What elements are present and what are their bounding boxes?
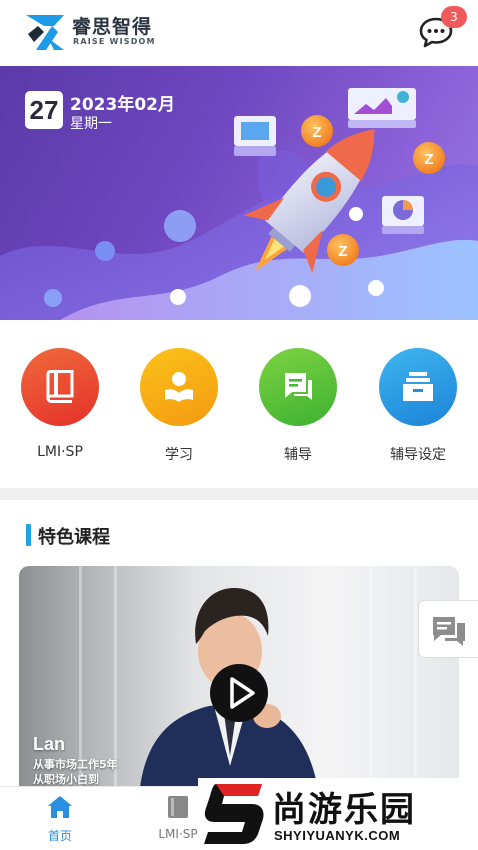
menu-item-study[interactable]: 学习: [129, 348, 229, 464]
menu-item-lmi-sp[interactable]: LMI·SP: [10, 348, 110, 460]
watermark-text: 尚游乐园: [272, 790, 416, 830]
app-screen: 睿思智得 RAISE WISDOM 3 Z Z Z 27 2023年02月 星期…: [0, 0, 478, 850]
play-icon: [230, 677, 255, 709]
chat-document-icon: [285, 373, 312, 400]
logo-text: 睿思智得: [72, 16, 153, 38]
course-description-line: 从职场小白到: [33, 773, 99, 786]
home-icon: [48, 796, 72, 818]
nav-label: 首页: [47, 829, 72, 843]
svg-text:Z: Z: [338, 243, 347, 260]
section-divider: [0, 488, 478, 500]
date-day: 27: [25, 91, 63, 129]
menu-label: 学习: [165, 447, 193, 463]
svg-text:Z: Z: [424, 151, 433, 168]
book-icon: [46, 370, 74, 403]
featured-course-card[interactable]: Lan 从事市场工作5年 从职场小白到: [19, 566, 459, 796]
menu-label: 辅导设定: [390, 447, 446, 463]
section-accent-bar: [26, 524, 31, 546]
watermark-logo: 尚游乐园 SHYIYUANYK.COM: [198, 778, 478, 850]
section-title: 特色课程: [38, 527, 110, 548]
chat-bubbles-icon: [433, 617, 465, 646]
feature-menu: LMI·SP 学习 辅导 辅导设定: [0, 320, 478, 488]
menu-item-coaching[interactable]: 辅导: [248, 348, 348, 464]
logo-subtext: RAISE WISDOM: [73, 37, 156, 46]
logo-icon: [26, 15, 64, 50]
app-header: 睿思智得 RAISE WISDOM 3: [0, 0, 478, 66]
course-instructor-name: Lan: [33, 734, 66, 754]
hero-banner[interactable]: Z Z Z 27 2023年02月 星期一: [0, 66, 478, 320]
book-icon: [168, 796, 188, 818]
watermark-s-icon: [204, 784, 264, 844]
date-weekday: 星期一: [70, 116, 112, 132]
floating-chat-button[interactable]: [418, 600, 478, 658]
inbox-tray-icon: [403, 372, 433, 401]
date-year-month: 2023年02月: [70, 95, 175, 115]
menu-item-coaching-settings[interactable]: 辅导设定: [368, 348, 468, 464]
menu-label: 辅导: [284, 447, 312, 463]
nav-tab-home[interactable]: 首页: [20, 795, 100, 844]
course-description-line: 从事市场工作5年: [33, 758, 118, 771]
menu-label: LMI·SP: [37, 444, 83, 460]
watermark-subtext: SHYIYUANYK.COM: [274, 828, 401, 843]
svg-text:Z: Z: [312, 124, 321, 141]
message-count-badge: 3: [441, 6, 467, 28]
reading-person-icon: [165, 372, 193, 402]
play-video-button[interactable]: [210, 664, 268, 722]
